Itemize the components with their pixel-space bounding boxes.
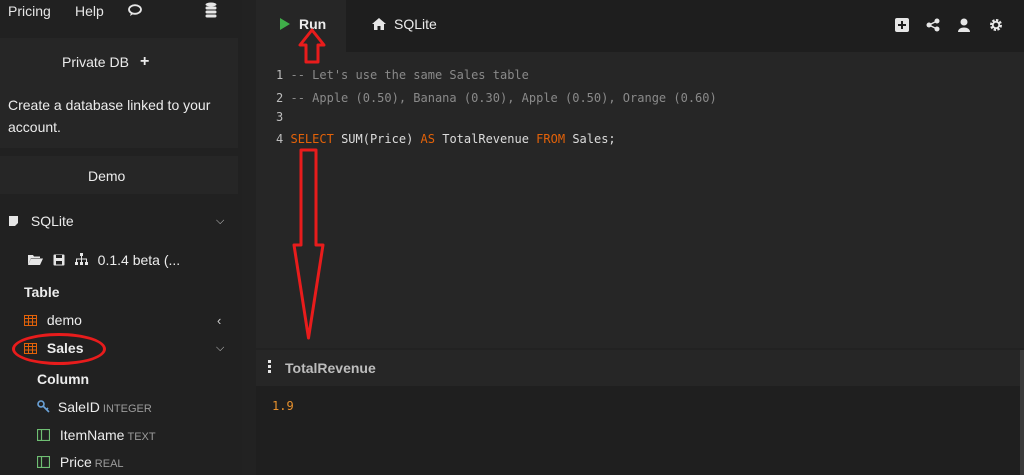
annotation-arrow-down: [292, 148, 325, 340]
annotation-arrows: [292, 28, 326, 340]
annotation-arrow-up: [298, 28, 326, 64]
